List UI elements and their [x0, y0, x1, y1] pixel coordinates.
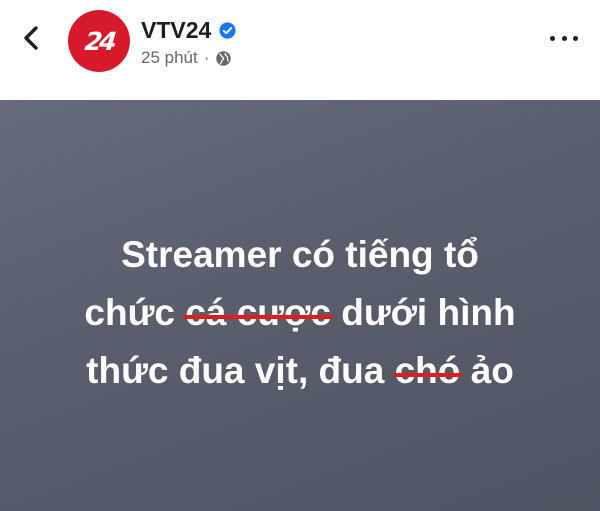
post-header: 24 VTV24 25 phút · — [0, 0, 600, 100]
post-text-segment: ảo — [470, 350, 514, 391]
avatar[interactable]: 24 — [68, 10, 130, 72]
strikethrough-line — [392, 373, 463, 378]
post-text: Streamer có tiếng tổ chức cá cược dưới h… — [0, 226, 600, 400]
struck-text: cá cược — [183, 284, 333, 342]
post-text-segment: chức — [84, 292, 175, 333]
post-timestamp[interactable]: 25 phút — [141, 48, 198, 68]
post-view: 24 VTV24 25 phút · Streamer có tiếng tổ — [0, 0, 600, 511]
verified-badge-icon — [219, 21, 236, 39]
struck-text-label: cá cược — [185, 292, 331, 333]
post-text-line-1: Streamer có tiếng tổ — [121, 234, 479, 275]
struck-text: chó — [392, 342, 463, 400]
more-horizontal-icon — [550, 35, 555, 41]
globe-icon[interactable] — [215, 50, 232, 67]
post-meta: 25 phút · — [141, 48, 232, 68]
avatar-logo-text: 24 — [83, 26, 115, 56]
meta-separator: · — [203, 48, 210, 67]
more-options-button[interactable] — [550, 28, 578, 48]
post-text-segment: thức đua vịt, đua — [86, 350, 385, 391]
strikethrough-line — [183, 315, 333, 320]
back-button[interactable] — [16, 22, 48, 54]
page-name-row: VTV24 — [141, 14, 236, 46]
chevron-left-icon — [24, 26, 38, 50]
post-text-line-3: thức đua vịt, đua chó ảo — [0, 342, 600, 400]
post-text-segment: dưới hình — [341, 292, 516, 333]
more-dot — [561, 35, 567, 41]
struck-text-label: chó — [394, 350, 461, 391]
post-text-line-2: chức cá cược dưới hình — [0, 284, 600, 342]
page-name[interactable]: VTV24 — [141, 17, 211, 44]
post-background-card: Streamer có tiếng tổ chức cá cược dưới h… — [0, 100, 600, 511]
more-dot — [573, 35, 578, 41]
